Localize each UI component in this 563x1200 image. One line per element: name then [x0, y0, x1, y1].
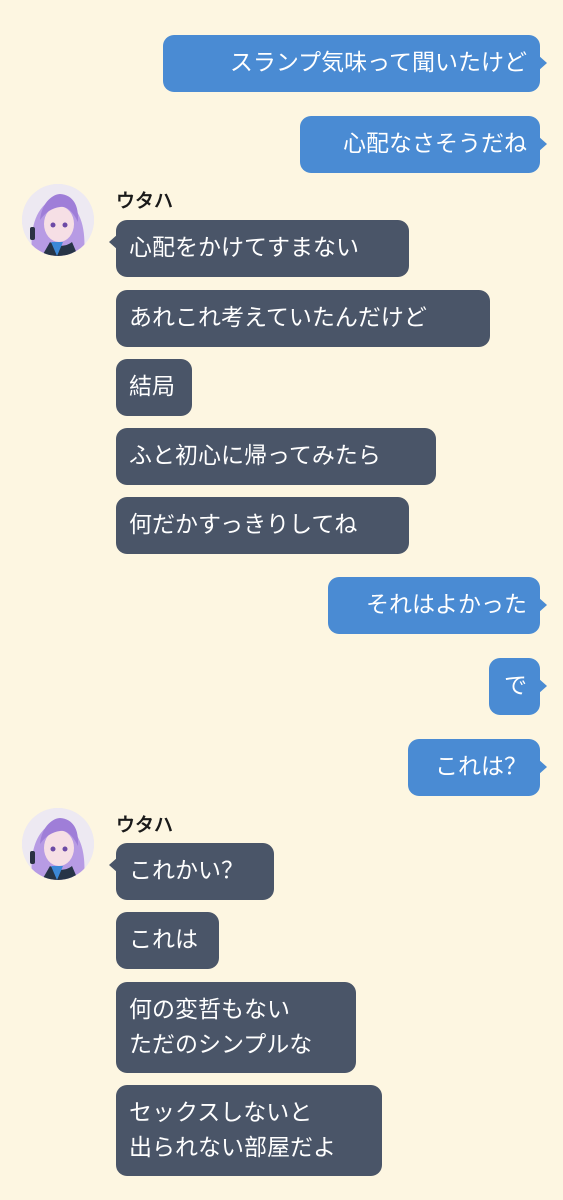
message-text: 心配をかけてすまない [129, 235, 359, 261]
message-text: ふと初心に帰ってみたら [129, 443, 381, 469]
message-text: 心配なさそうだね [343, 131, 527, 157]
message-text: セックスしないと 出られない部屋だよ [129, 1100, 336, 1161]
chat-bubble-incoming[interactable]: 何だかすっきりしてね [116, 497, 409, 554]
message-text: スランプ気味って聞いたけど [229, 50, 527, 76]
message-text: これは [129, 927, 198, 953]
purple-haired-girl-avatar-icon [22, 184, 94, 256]
message-text: 結局 [129, 374, 175, 400]
chat-bubble-incoming[interactable]: これかい？ [109, 843, 274, 900]
message-text: で [504, 673, 527, 699]
chat-bubble-incoming[interactable]: セックスしないと 出られない部屋だよ [116, 1085, 382, 1176]
chat-bubble-outgoing[interactable]: それはよかった [328, 577, 547, 634]
message-text: それはよかった [366, 592, 527, 618]
chat-bubble-incoming[interactable]: 何の変哲もない ただのシンプルな [116, 982, 356, 1073]
message-text: これかい？ [129, 858, 244, 884]
chat-bubble-incoming[interactable]: 心配をかけてすまない [109, 220, 409, 277]
chat-bubble-outgoing[interactable]: 心配なさそうだね [300, 116, 547, 173]
chat-bubble-outgoing[interactable]: これは？ [408, 739, 547, 796]
chat-bubble-outgoing[interactable]: スランプ気味って聞いたけど [163, 35, 547, 92]
chat-bubble-incoming[interactable]: あれこれ考えていたんだけど [116, 290, 490, 347]
message-text: これは？ [435, 754, 527, 780]
message-text: 何の変哲もない ただのシンプルな [129, 997, 313, 1058]
message-text: あれこれ考えていたんだけど [129, 305, 427, 331]
chat-bubble-incoming[interactable]: ふと初心に帰ってみたら [116, 428, 436, 485]
chat-bubble-outgoing[interactable]: で [489, 658, 547, 715]
sender-name: ウタハ [116, 814, 174, 836]
avatar[interactable] [22, 184, 94, 256]
sender-name: ウタハ [116, 190, 174, 212]
purple-haired-girl-avatar-icon [22, 808, 94, 880]
chat-bubble-incoming[interactable]: これは [116, 912, 219, 969]
avatar[interactable] [22, 808, 94, 880]
message-text: 何だかすっきりしてね [129, 512, 358, 538]
chat-bubble-incoming[interactable]: 結局 [116, 359, 192, 416]
